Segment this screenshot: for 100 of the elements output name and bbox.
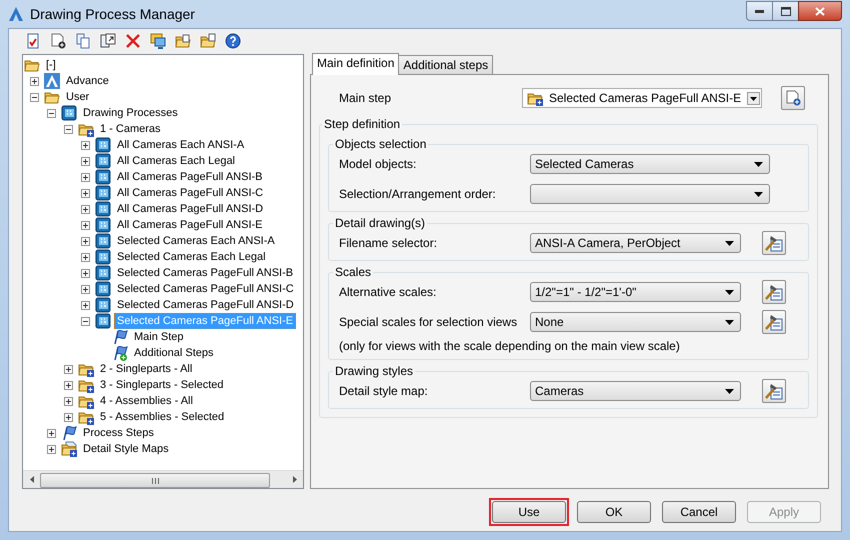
tree-item[interactable]: Process Steps — [80, 425, 157, 441]
copy-icon — [74, 33, 90, 49]
process-icon — [95, 153, 111, 169]
tree-item[interactable]: Selected Cameras PageFull ANSI-D — [114, 297, 297, 313]
expand-toggle-icon[interactable] — [81, 172, 90, 182]
caret-icon — [725, 240, 734, 246]
process-icon — [95, 185, 111, 201]
collapse-toggle-icon[interactable] — [30, 92, 39, 102]
tree-item[interactable]: Selected Cameras PageFull ANSI-B — [114, 265, 296, 281]
expand-toggle-icon[interactable] — [81, 236, 90, 246]
toolbar-button[interactable] — [148, 32, 167, 50]
tree-item[interactable]: 1 - Cameras — [97, 121, 164, 137]
process-icon — [95, 233, 111, 249]
tree-item[interactable]: All Cameras Each ANSI-A — [114, 137, 248, 153]
dropdown[interactable]: 1/2"=1" - 1/2"=1'-0" — [530, 282, 741, 302]
expand-toggle-icon[interactable] — [81, 300, 90, 310]
tree-item[interactable]: All Cameras PageFull ANSI-B — [114, 169, 266, 185]
dropdown[interactable]: Cameras — [530, 381, 741, 401]
tree-item[interactable]: Advance — [63, 73, 112, 89]
collapse-toggle-icon[interactable] — [81, 316, 90, 326]
group-title: Detail drawing(s) — [334, 216, 426, 230]
edit-button[interactable] — [762, 310, 786, 334]
checklist-icon — [24, 33, 40, 49]
tree-item[interactable]: All Cameras Each Legal — [114, 153, 238, 169]
group-title: Step definition — [323, 117, 402, 131]
edit-button[interactable] — [762, 280, 786, 304]
tab[interactable]: Additional steps — [398, 55, 494, 74]
dropdown[interactable]: Selected Cameras PageFull ANSI-E — [522, 88, 762, 108]
field-label: Selection/Arrangement order: — [339, 187, 497, 201]
add-button[interactable] — [781, 86, 805, 110]
toolbar-button[interactable] — [198, 32, 217, 50]
hammer-icon — [764, 283, 782, 301]
tree-item[interactable]: Detail Style Maps — [80, 441, 172, 457]
edit-button[interactable] — [762, 379, 786, 403]
hammer-icon — [764, 313, 782, 331]
maximize-button[interactable] — [772, 1, 798, 21]
scroll-left-icon[interactable] — [30, 476, 34, 483]
collapse-toggle-icon[interactable] — [47, 108, 56, 118]
tree-item[interactable]: Drawing Processes — [80, 105, 181, 121]
tree-item[interactable]: Selected Cameras PageFull ANSI-C — [114, 281, 297, 297]
tree-item[interactable]: Main Step — [131, 329, 187, 345]
expand-toggle-icon[interactable] — [81, 252, 90, 262]
dialog-button[interactable]: Use — [492, 501, 566, 523]
tab[interactable]: Main definition — [312, 53, 400, 75]
document-copy-icon — [100, 33, 116, 49]
tree-item[interactable]: Selected Cameras Each ANSI-A — [114, 233, 278, 249]
expand-toggle-icon[interactable] — [64, 380, 73, 390]
tree-item[interactable]: 2 - Singleparts - All — [97, 361, 196, 377]
field-label: Special scales for selection views — [339, 315, 518, 329]
expand-toggle-icon[interactable] — [81, 156, 90, 166]
tree-item[interactable]: 3 - Singleparts - Selected — [97, 377, 227, 393]
caret-icon — [725, 388, 734, 394]
expand-toggle-icon[interactable] — [81, 220, 90, 230]
help-icon — [224, 33, 240, 49]
tree-item[interactable]: All Cameras PageFull ANSI-D — [114, 201, 266, 217]
close-button[interactable] — [798, 1, 842, 21]
dropdown[interactable] — [530, 184, 770, 204]
process-icon — [95, 169, 111, 185]
expand-toggle-icon[interactable] — [64, 412, 73, 422]
toolbar-button[interactable] — [223, 32, 242, 50]
toolbar-button[interactable] — [173, 32, 192, 50]
tree-item[interactable]: 5 - Assemblies - Selected — [97, 409, 228, 425]
expand-toggle-icon[interactable] — [64, 396, 73, 406]
tree-item[interactable]: 4 - Assemblies - All — [97, 393, 196, 409]
expand-toggle-icon[interactable] — [30, 76, 39, 86]
tree-item[interactable]: Selected Cameras Each Legal — [114, 249, 269, 265]
group-title: Scales — [334, 265, 372, 279]
tree-item[interactable]: User — [63, 89, 92, 105]
process-icon — [95, 297, 111, 313]
dropdown[interactable]: Selected Cameras — [530, 154, 770, 174]
caret-icon — [725, 290, 734, 294]
minimize-button[interactable] — [746, 1, 772, 21]
group-title: Objects selection — [334, 137, 428, 151]
tree-item[interactable]: [-] — [43, 57, 59, 73]
expand-toggle-icon[interactable] — [47, 428, 56, 438]
hammer-icon — [764, 234, 782, 252]
horizontal-scrollbar[interactable] — [23, 470, 303, 488]
document-add-icon — [50, 33, 66, 49]
expand-toggle-icon[interactable] — [81, 268, 90, 278]
dropdown[interactable]: ANSI-A Camera, PerObject — [530, 233, 741, 253]
tree-item[interactable]: Additional Steps — [131, 345, 216, 361]
dialog-button[interactable]: Cancel — [662, 501, 736, 523]
expand-toggle-icon[interactable] — [47, 444, 56, 454]
collapse-toggle-icon[interactable] — [64, 124, 73, 134]
dialog-button[interactable]: OK — [577, 501, 651, 523]
expand-toggle-icon[interactable] — [81, 284, 90, 294]
toolbar-button[interactable] — [98, 32, 117, 50]
folder-document-icon — [200, 33, 216, 49]
edit-button[interactable] — [762, 231, 786, 255]
tree-item[interactable]: All Cameras PageFull ANSI-C — [114, 185, 266, 201]
dropdown[interactable]: None — [530, 312, 741, 332]
expand-toggle-icon[interactable] — [64, 364, 73, 374]
tree-item[interactable]: All Cameras PageFull ANSI-E — [114, 217, 266, 233]
expand-toggle-icon[interactable] — [81, 140, 90, 150]
expand-toggle-icon[interactable] — [81, 188, 90, 198]
flag-icon — [112, 345, 128, 361]
field-label: Detail style map: — [339, 384, 429, 398]
scrollbar-thumb[interactable] — [40, 473, 270, 488]
scroll-right-icon[interactable] — [292, 476, 296, 483]
expand-toggle-icon[interactable] — [81, 204, 90, 214]
